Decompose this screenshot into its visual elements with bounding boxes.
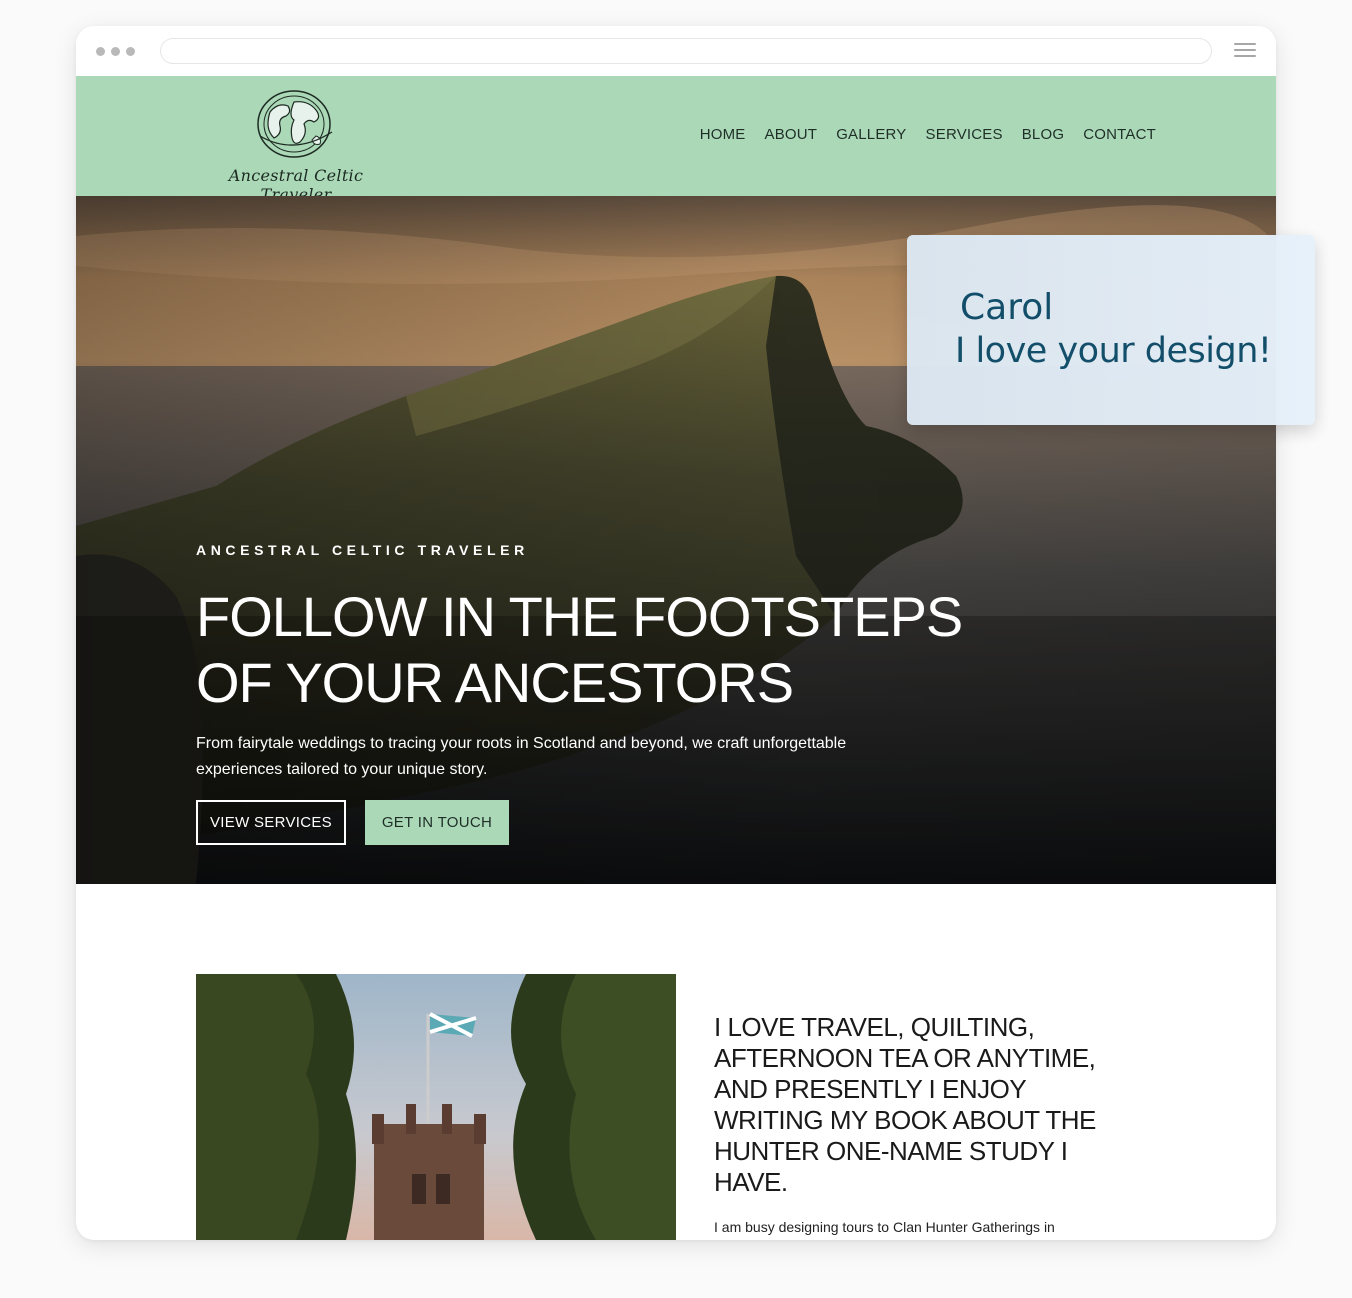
about-body: I am busy designing tours to Clan Hunter… bbox=[714, 1219, 1055, 1235]
hero-headline: FOLLOW IN THE FOOTSTEPS OF YOUR ANCESTOR… bbox=[196, 584, 996, 716]
site-header: Ancestral Celtic Traveler HOME ABOUT GAL… bbox=[76, 76, 1276, 204]
nav-gallery[interactable]: GALLERY bbox=[836, 126, 906, 143]
nav-about[interactable]: ABOUT bbox=[765, 126, 818, 143]
nav-home[interactable]: HOME bbox=[700, 126, 746, 143]
window-controls bbox=[96, 47, 135, 56]
nav-contact[interactable]: CONTACT bbox=[1083, 126, 1156, 143]
testimonial-quote: I love your design! bbox=[955, 331, 1272, 371]
window-dot-icon[interactable] bbox=[96, 47, 105, 56]
address-bar[interactable] bbox=[160, 38, 1212, 64]
browser-toolbar bbox=[76, 26, 1276, 76]
testimonial-name: Carol bbox=[960, 287, 1054, 328]
view-services-button[interactable]: VIEW SERVICES bbox=[196, 800, 346, 845]
browser-window: Ancestral Celtic Traveler HOME ABOUT GAL… bbox=[76, 26, 1276, 1240]
window-dot-icon[interactable] bbox=[111, 47, 120, 56]
hero-headline-line2: OF YOUR ANCESTORS bbox=[196, 651, 794, 714]
castle-flag-image bbox=[196, 974, 676, 1240]
nav-services[interactable]: SERVICES bbox=[926, 126, 1003, 143]
globe-icon bbox=[257, 90, 333, 158]
get-in-touch-button[interactable]: GET IN TOUCH bbox=[365, 800, 509, 845]
site-logo[interactable]: Ancestral Celtic Traveler bbox=[196, 88, 396, 204]
window-dot-icon[interactable] bbox=[126, 47, 135, 56]
hamburger-icon[interactable] bbox=[1234, 43, 1256, 59]
nav-blog[interactable]: BLOG bbox=[1022, 126, 1064, 143]
testimonial-card: Carol I love your design! bbox=[907, 235, 1315, 425]
main-nav: HOME ABOUT GALLERY SERVICES BLOG CONTACT bbox=[700, 126, 1156, 143]
hero-subtext: From fairytale weddings to tracing your … bbox=[196, 735, 847, 778]
hero-eyebrow: ANCESTRAL CELTIC TRAVELER bbox=[196, 542, 529, 558]
hero-headline-line1: FOLLOW IN THE FOOTSTEPS bbox=[196, 585, 963, 648]
about-title: I LOVE TRAVEL, QUILTING, AFTERNOON TEA O… bbox=[714, 1012, 1096, 1197]
